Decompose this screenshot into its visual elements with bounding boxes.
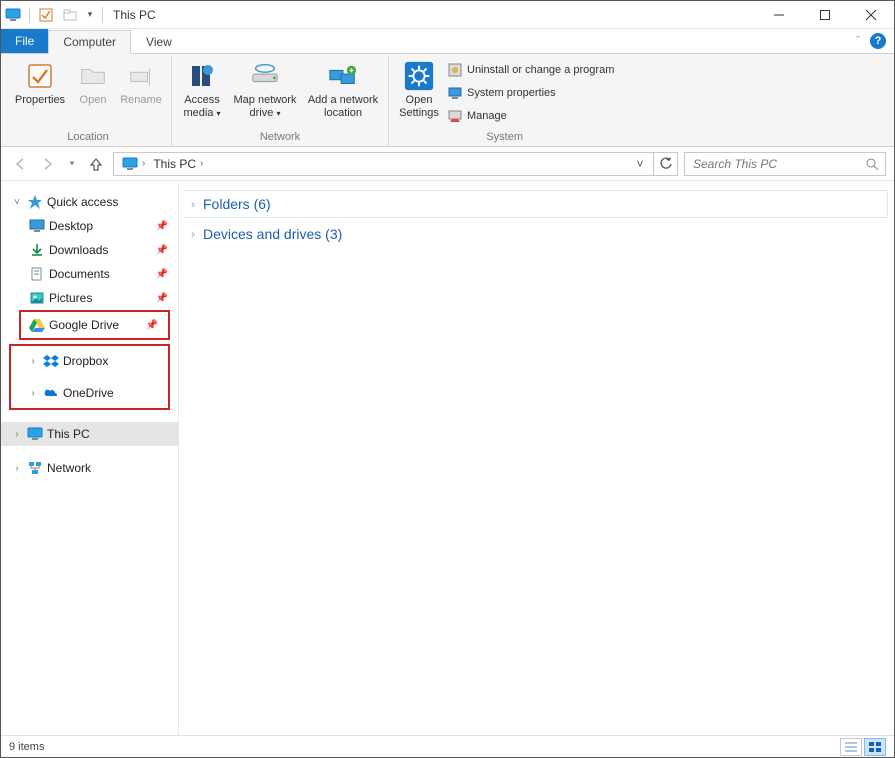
manage-icon	[447, 108, 463, 124]
large-icons-view-button[interactable]	[864, 738, 886, 756]
google-drive-icon	[29, 317, 45, 333]
highlight-google-drive: Google Drive 📌	[19, 310, 170, 340]
ribbon-group-network: Access media ▾ Map network drive ▾ Add a…	[172, 56, 389, 146]
sidebar-network[interactable]: › Network	[1, 456, 178, 480]
system-properties-icon	[447, 85, 463, 101]
pin-icon: 📌	[156, 269, 168, 280]
open-settings-button[interactable]: Open Settings	[395, 58, 443, 120]
up-button[interactable]	[85, 153, 107, 175]
back-button[interactable]	[9, 153, 31, 175]
add-network-icon	[327, 60, 359, 92]
search-input[interactable]	[691, 156, 865, 172]
ribbon-tabs: File Computer View ˆ ?	[1, 29, 894, 53]
search-box[interactable]	[684, 152, 886, 176]
status-item-count: 9 items	[9, 741, 44, 753]
navigation-pane: ˅ Quick access Desktop 📌 Downloads 📌 Do	[1, 182, 179, 735]
computer-tab[interactable]: Computer	[48, 30, 131, 54]
group-label-system: System	[395, 129, 614, 146]
properties-button[interactable]: Properties	[11, 58, 69, 107]
ribbon-group-system: Open Settings Uninstall or change a prog…	[389, 56, 620, 146]
sidebar-google-drive[interactable]: Google Drive 📌	[21, 313, 168, 337]
group-label-location: Location	[11, 129, 165, 146]
close-button[interactable]	[848, 1, 894, 29]
content-pane: › Folders (6) › Devices and drives (3)	[179, 182, 894, 735]
network-icon	[27, 460, 43, 476]
downloads-icon	[29, 242, 45, 258]
sidebar-this-pc[interactable]: › This PC	[1, 422, 178, 446]
chevron-right-icon: ›	[191, 227, 195, 241]
devices-group-header[interactable]: › Devices and drives (3)	[185, 220, 888, 248]
chevron-right-icon[interactable]: ›	[27, 356, 39, 367]
sidebar-pictures[interactable]: Pictures 📌	[1, 286, 178, 310]
minimize-button[interactable]	[756, 1, 802, 29]
ribbon-group-location: Properties Open Rename Location	[5, 56, 172, 146]
dropbox-icon	[43, 353, 59, 369]
file-tab[interactable]: File	[1, 29, 48, 53]
chevron-right-icon[interactable]: ›	[11, 429, 23, 440]
refresh-button[interactable]	[654, 152, 678, 176]
breadcrumb-root-icon[interactable]: ›	[118, 156, 149, 172]
map-network-drive-button[interactable]: Map network drive ▾	[226, 58, 304, 120]
maximize-button[interactable]	[802, 1, 848, 29]
sidebar-onedrive[interactable]: › OneDrive	[11, 381, 168, 405]
qat-new-folder-icon[interactable]	[59, 4, 81, 26]
status-bar: 9 items	[1, 735, 894, 757]
system-properties-button[interactable]: System properties	[447, 83, 614, 103]
address-dropdown-icon[interactable]: ˅	[631, 157, 649, 171]
qat-dropdown-icon[interactable]: ▾	[83, 4, 97, 26]
pictures-icon	[29, 290, 45, 306]
pin-icon: 📌	[146, 320, 158, 331]
add-network-location-button[interactable]: Add a network location	[304, 58, 382, 120]
quick-access-icon	[27, 194, 43, 210]
rename-icon	[125, 60, 157, 92]
sidebar-documents[interactable]: Documents 📌	[1, 262, 178, 286]
quick-access-toolbar: ▾	[1, 1, 107, 28]
view-tab[interactable]: View	[131, 29, 187, 53]
onedrive-icon	[43, 385, 59, 401]
window-title: This PC	[113, 8, 156, 22]
manage-button[interactable]: Manage	[447, 106, 614, 126]
breadcrumb-this-pc[interactable]: This PC ›	[149, 157, 207, 171]
settings-gear-icon	[403, 60, 435, 92]
sidebar-downloads[interactable]: Downloads 📌	[1, 238, 178, 262]
open-button[interactable]: Open	[69, 58, 117, 107]
highlight-cloud-services: › Dropbox › OneDrive	[9, 344, 170, 410]
pin-icon: 📌	[156, 221, 168, 232]
uninstall-icon	[447, 62, 463, 78]
qat-properties-icon[interactable]	[35, 4, 57, 26]
app-icon	[2, 4, 24, 26]
access-media-button[interactable]: Access media ▾	[178, 58, 226, 120]
address-bar[interactable]: › This PC › ˅	[113, 152, 654, 176]
open-folder-icon	[77, 60, 109, 92]
chevron-right-icon: ›	[191, 197, 195, 211]
media-icon	[186, 60, 218, 92]
title-bar: ▾ This PC	[1, 1, 894, 29]
forward-button[interactable]	[37, 153, 59, 175]
group-label-network: Network	[178, 129, 382, 146]
desktop-icon	[29, 218, 45, 234]
search-icon	[865, 157, 879, 171]
ribbon-collapse-icon[interactable]: ˆ	[856, 35, 860, 47]
documents-icon	[29, 266, 45, 282]
navigation-bar: ▾ › This PC › ˅	[1, 147, 894, 181]
pin-icon: 📌	[156, 293, 168, 304]
help-icon[interactable]: ?	[870, 33, 886, 49]
recent-locations-button[interactable]: ▾	[65, 153, 79, 175]
pin-icon: 📌	[156, 245, 168, 256]
folders-group-header[interactable]: › Folders (6)	[185, 190, 888, 218]
details-view-button[interactable]	[840, 738, 862, 756]
chevron-right-icon[interactable]: ›	[11, 463, 23, 474]
sidebar-desktop[interactable]: Desktop 📌	[1, 214, 178, 238]
uninstall-program-button[interactable]: Uninstall or change a program	[447, 60, 614, 80]
chevron-right-icon[interactable]: ›	[27, 388, 39, 399]
network-drive-icon	[249, 60, 281, 92]
chevron-down-icon[interactable]: ˅	[11, 197, 23, 208]
sidebar-dropbox[interactable]: › Dropbox	[11, 349, 168, 373]
properties-icon	[24, 60, 56, 92]
rename-button[interactable]: Rename	[117, 58, 165, 107]
sidebar-quick-access[interactable]: ˅ Quick access	[1, 190, 178, 214]
this-pc-icon	[27, 426, 43, 442]
ribbon: Properties Open Rename Location	[1, 53, 894, 147]
